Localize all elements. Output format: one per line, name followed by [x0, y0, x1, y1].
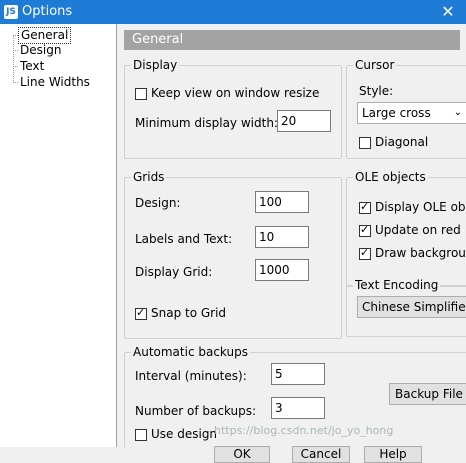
cursor-group-title: Cursor [353, 58, 397, 72]
update-on-redraw-label: Update on red [375, 223, 461, 237]
grids-group-title: Grids [131, 170, 167, 184]
labels-text-field[interactable]: 10 [255, 226, 309, 248]
display-ole-label: Display OLE ob [375, 200, 466, 214]
cancel-button[interactable]: Cancel [292, 446, 350, 463]
app-icon: JS [4, 5, 18, 19]
encoding-select[interactable]: Chinese Simplifie [357, 296, 466, 318]
update-on-redraw-checkbox[interactable] [359, 223, 371, 237]
display-ole-checkbox[interactable] [359, 200, 371, 214]
display-grid-label: Display Grid: [135, 265, 213, 279]
min-width-label: Minimum display width: [135, 116, 278, 130]
min-width-field[interactable]: 20 [277, 110, 331, 132]
use-design-checkbox[interactable] [135, 429, 147, 441]
ole-group-title: OLE objects [353, 170, 428, 184]
grids-group: Grids Design: 100 Labels and Text: 10 Di… [124, 170, 342, 339]
backups-group-title: Automatic backups [131, 345, 250, 359]
ok-button[interactable]: OK [214, 446, 270, 463]
settings-panel: General Display Keep view on window resi… [118, 24, 466, 448]
grid-design-field[interactable]: 100 [255, 191, 309, 213]
title-bar: JS Options ✕ [0, 0, 466, 24]
encoding-group: Text Encoding Chinese Simplifie [346, 278, 466, 337]
tree-item-line-widths[interactable]: Line Widths [18, 75, 92, 90]
chevron-down-icon: ⌄ [453, 107, 462, 118]
number-backups-field[interactable]: 3 [271, 397, 325, 419]
diagonal-label: Diagonal [375, 135, 429, 149]
grid-design-label: Design: [135, 196, 181, 210]
interval-field[interactable]: 5 [271, 363, 325, 385]
cursor-style-value: Large cross [362, 106, 431, 120]
keep-view-checkbox[interactable] [135, 88, 147, 100]
display-group-title: Display [131, 58, 180, 72]
ole-group: OLE objects Display OLE ob Update on red… [346, 170, 466, 287]
snap-to-grid-label: Snap to Grid [151, 306, 227, 320]
page-title: General [124, 30, 460, 50]
help-button[interactable]: Help [364, 446, 422, 463]
labels-text-label: Labels and Text: [135, 232, 233, 246]
style-label: Style: [359, 84, 394, 98]
options-dialog: General Design Text Line Widths General … [0, 24, 466, 463]
number-backups-label: Number of backups: [135, 404, 257, 418]
diagonal-checkbox[interactable] [359, 137, 371, 149]
window-title: Options [22, 4, 73, 19]
cursor-group: Cursor Style: Large cross ⌄ Diagonal [346, 58, 466, 159]
display-grid-field[interactable]: 1000 [255, 259, 309, 281]
encoding-group-title: Text Encoding [353, 278, 441, 292]
display-group: Display Keep view on window resize Minim… [124, 58, 342, 159]
cursor-style-select[interactable]: Large cross ⌄ [357, 102, 466, 124]
category-tree: General Design Text Line Widths [0, 24, 117, 447]
tree-connector [13, 35, 14, 83]
tree-item-text[interactable]: Text [18, 59, 46, 74]
tree-item-design[interactable]: Design [18, 43, 63, 58]
snap-to-grid-checkbox[interactable] [135, 306, 147, 320]
tree-item-general[interactable]: General [18, 27, 72, 44]
close-button[interactable]: ✕ [430, 0, 466, 24]
draw-background-checkbox[interactable] [359, 246, 371, 260]
watermark-text: https://blog.csdn.net/jo_yo_hong [214, 424, 394, 437]
keep-view-label: Keep view on window resize [151, 86, 320, 100]
interval-label: Interval (minutes): [135, 369, 247, 383]
draw-background-label: Draw backgrou [375, 246, 466, 260]
use-design-label: Use design [151, 427, 218, 441]
backup-file-button[interactable]: Backup File [389, 383, 466, 405]
